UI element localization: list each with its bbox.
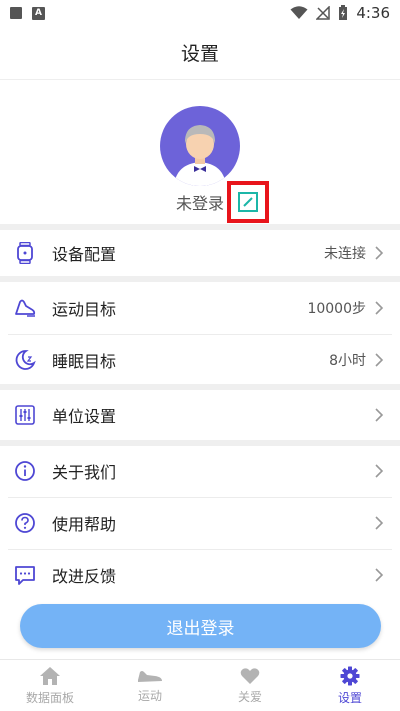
avatar[interactable] (160, 106, 240, 186)
sliders-icon (14, 404, 36, 426)
menu-item-value: 10000步 (307, 301, 366, 317)
help-icon (14, 512, 36, 534)
chevron-right-icon (372, 464, 386, 478)
info-icon (14, 460, 36, 482)
menu-item-help[interactable]: 使用帮助 (0, 498, 400, 548)
menu-item-feedback[interactable]: 改进反馈 (0, 550, 400, 600)
menu-item-about[interactable]: 关于我们 (0, 446, 400, 496)
app-notification-icon: A (32, 6, 45, 20)
wifi-icon (290, 6, 308, 19)
watch-icon (14, 242, 36, 264)
edit-icon (238, 192, 258, 212)
tab-exercise[interactable]: 运动 (100, 660, 200, 711)
menu-item-label: 睡眠目标 (52, 352, 117, 371)
tab-label: 数据面板 (25, 690, 74, 705)
menu-item-exercise-goal[interactable]: 运动目标 10000步 (0, 283, 400, 333)
heart-icon (240, 667, 260, 684)
tab-label: 关爱 (237, 689, 262, 704)
menu-item-label: 单位设置 (52, 407, 117, 426)
status-bar: A 4:36 (0, 0, 400, 26)
moon-icon (14, 349, 36, 371)
sneaker-icon (138, 670, 162, 682)
menu-item-label: 改进反馈 (52, 567, 117, 586)
chat-icon (14, 564, 36, 586)
menu-item-label: 设备配置 (52, 245, 117, 264)
tab-care[interactable]: 关爱 (200, 660, 300, 711)
login-status: 未登录 (176, 194, 225, 213)
menu-item-units[interactable]: 单位设置 (0, 390, 400, 440)
tab-settings[interactable]: 设置 (300, 660, 400, 711)
chevron-right-icon (372, 246, 386, 260)
chevron-right-icon (372, 516, 386, 530)
menu-item-label: 关于我们 (52, 463, 117, 482)
menu-item-label: 使用帮助 (52, 515, 117, 534)
menu-item-value: 8小时 (329, 353, 366, 369)
user-avatar-icon (174, 125, 226, 186)
menu-item-device[interactable]: 设备配置 未连接 (0, 228, 400, 278)
page-title: 设置 (180, 43, 219, 65)
notification-icon (10, 7, 22, 19)
tab-dashboard[interactable]: 数据面板 (0, 660, 100, 711)
shoe-icon (14, 297, 36, 319)
edit-profile-button[interactable] (227, 181, 269, 223)
chevron-right-icon (372, 353, 386, 367)
tab-label: 运动 (137, 688, 162, 703)
profile-section: 未登录 (0, 80, 400, 224)
chevron-right-icon (372, 301, 386, 315)
gear-icon (340, 666, 360, 685)
chevron-right-icon (372, 568, 386, 582)
battery-icon (339, 5, 348, 20)
menu-item-value: 未连接 (324, 246, 366, 262)
no-signal-icon (316, 6, 331, 20)
menu-item-sleep-goal[interactable]: 睡眠目标 8小时 (0, 335, 400, 385)
header: 设置 (0, 26, 400, 80)
menu-item-label: 运动目标 (52, 300, 117, 319)
tab-label: 设置 (337, 690, 362, 705)
home-icon (40, 666, 60, 685)
clock: 4:36 (356, 4, 390, 22)
bottom-tab-bar: 数据面板 运动 关爱 设置 (0, 659, 400, 711)
chevron-right-icon (372, 408, 386, 422)
logout-button[interactable]: 退出登录 (20, 604, 381, 648)
